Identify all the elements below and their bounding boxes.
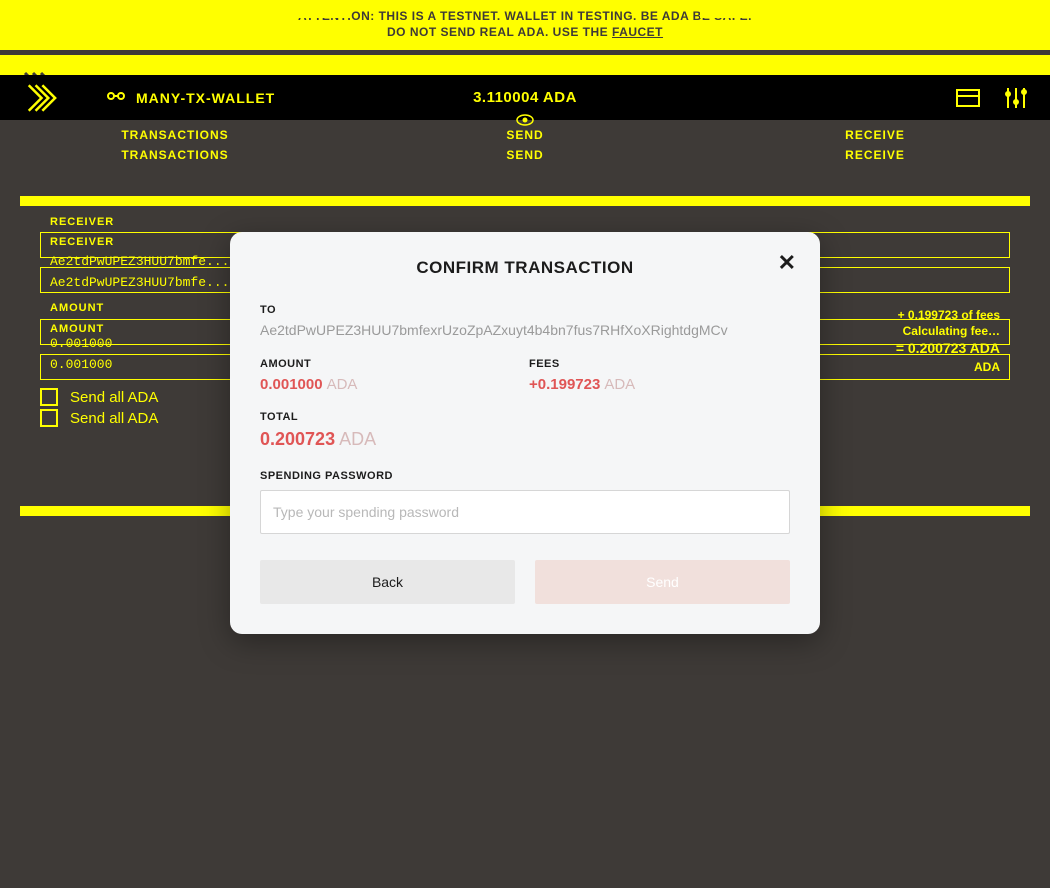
ada-suffix: ADA <box>339 429 376 449</box>
fees-number: +0.199723 <box>529 376 600 393</box>
modal-title: CONFIRM TRANSACTION <box>260 258 790 278</box>
total-number: 0.200723 <box>260 429 335 449</box>
amount-label: AMOUNT <box>260 358 521 370</box>
confirm-transaction-modal: ✕ CONFIRM TRANSACTION TO Ae2tdPwUPEZ3HUU… <box>230 232 820 634</box>
total-label: TOTAL <box>260 411 790 423</box>
ada-suffix: ADA <box>327 376 358 393</box>
total-value: 0.200723ADA <box>260 429 790 450</box>
amount-value: 0.001000ADA <box>260 376 521 393</box>
close-icon[interactable]: ✕ <box>778 252 796 274</box>
back-button[interactable]: Back <box>260 560 515 604</box>
fees-value: +0.199723ADA <box>529 376 790 393</box>
spending-password-input[interactable] <box>260 490 790 534</box>
fees-label: FEES <box>529 358 790 370</box>
spending-password-label: SPENDING PASSWORD <box>260 470 790 482</box>
to-label: TO <box>260 304 790 316</box>
amount-number: 0.001000 <box>260 376 323 393</box>
send-button[interactable]: Send <box>535 560 790 604</box>
ada-suffix: ADA <box>604 376 635 393</box>
to-address: Ae2tdPwUPEZ3HUU7bmfexrUzoZpAZxuyt4b4bn7f… <box>260 322 790 338</box>
